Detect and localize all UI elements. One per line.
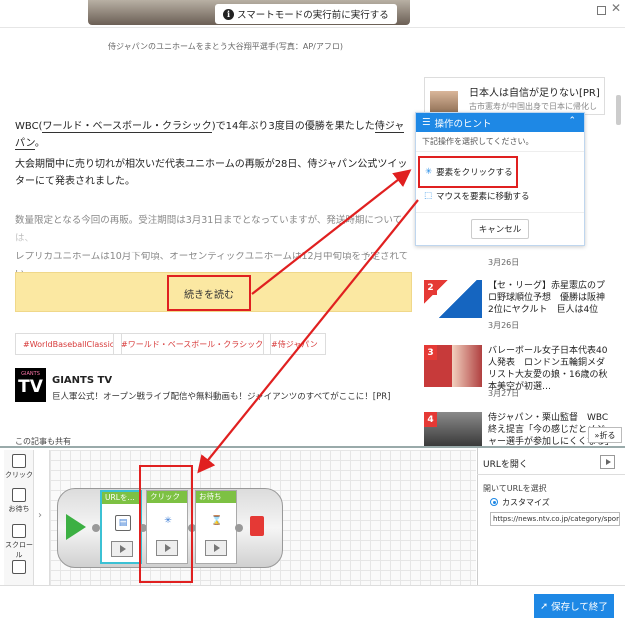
giants-tv-logo[interactable]: GIANTS TV (15, 368, 46, 402)
fold-button[interactable]: » 折る (588, 427, 622, 443)
fold-label: 折る (599, 430, 616, 440)
info-icon: i (223, 8, 234, 20)
click-element-option[interactable]: ✳ 要素をクリックする (418, 156, 518, 188)
popup-header: ☰ 操作のヒント ⌃ (416, 113, 584, 132)
node-open-url[interactable]: URLを… ▤ (100, 490, 142, 564)
chevron-right-icon[interactable]: › (38, 510, 42, 521)
footer (0, 585, 625, 625)
article-paragraph-2: 大会期間中に売り切れが相次いだ代表ユニホームの再販が28日、侍ジャパン公式ツイッ… (15, 159, 408, 187)
popup-divider (416, 212, 584, 213)
news-item-4[interactable]: 4 侍ジャパン・栗山監督 WBC終え提言「今の感じだとメジャー選手が参加しにくく… (424, 412, 614, 446)
image-caption: 侍ジャパンのユニホームをまとう大谷翔平選手(写真：AP/アフロ) (108, 42, 343, 51)
tool-scroll[interactable]: スクロール (4, 524, 34, 560)
news-date: 3月27日 (488, 389, 520, 398)
tool-click[interactable]: クリック (4, 454, 34, 480)
node-wait[interactable]: お待ち ⌛ (195, 490, 237, 564)
click-tool-icon (12, 454, 26, 468)
p1-text: WBC( (15, 121, 43, 132)
scroll-icon (12, 524, 26, 538)
link-wbc[interactable]: ワールド・ベースボール・クラシック (42, 121, 212, 133)
article-paragraph-1: WBC(ワールド・ベースボール・クラシック)で14年ぶり3度目の優勝を果たした侍… (15, 118, 410, 152)
news-title: バレーボール女子日本代表40人発表 ロンドン五輪銅メダリスト大友愛の娘・16歳の… (488, 346, 608, 392)
rank-badge: 4 (424, 412, 437, 427)
url-input[interactable] (490, 512, 620, 526)
cursor-icon: ⬚ (424, 191, 433, 201)
node-play-button[interactable] (111, 541, 133, 557)
window-icon (12, 560, 26, 574)
save-and-exit-button[interactable]: ➚ 保存して終了 (534, 594, 614, 618)
annotation-frame-click-node (139, 465, 193, 583)
pr-card[interactable]: 日本人は自信が足りない[PR] 古市憲寿が中国出身で日本に帰化した (424, 77, 605, 122)
logo-small-text: GIANTS (21, 371, 40, 377)
url-open-icon: ▤ (115, 515, 131, 531)
news-item-3[interactable]: 3 バレーボール女子日本代表40人発表 ロンドン五輪銅メダリスト大友愛の娘・16… (424, 345, 614, 400)
tool-label: スクロール (5, 541, 33, 559)
page-scrollbar[interactable] (616, 95, 621, 125)
url-section-label: 開いてURLを選択 (483, 484, 547, 493)
p1-text-end: 。 (34, 138, 45, 149)
hint-icon: ☰ (422, 117, 431, 128)
node-play-button[interactable] (205, 540, 227, 556)
tool-wait[interactable]: お待ち (4, 488, 34, 514)
news-date: 3月26日 (488, 258, 520, 267)
news-date: 3月26日 (488, 321, 520, 330)
play-icon[interactable] (600, 455, 615, 469)
option-label: マウスを要素に移動する (436, 192, 530, 202)
read-more-button[interactable]: 続きを読む (167, 275, 251, 311)
option-label: 要素をクリックする (436, 168, 513, 178)
top-hint-bar: i スマートモードの実行前に実行する ✕ (0, 0, 625, 28)
tag-wbc-jp[interactable]: #ワールド・ベースボール・クラシック (113, 333, 272, 355)
collapse-icon[interactable]: ⌃ (568, 116, 576, 126)
connector (235, 524, 243, 532)
properties-divider (477, 474, 625, 475)
rank-badge: 3 (424, 345, 437, 360)
smart-mode-hint[interactable]: i スマートモードの実行前に実行する (215, 4, 397, 24)
customize-radio[interactable] (490, 498, 498, 506)
popup-subtitle: 下記操作を選択してください。 (416, 132, 584, 152)
close-icon[interactable]: ✕ (611, 1, 621, 15)
operation-hint-popup: ☰ 操作のヒント ⌃ 下記操作を選択してください。 ✳ 要素をクリックする ⬚ … (415, 112, 585, 246)
stop-icon[interactable] (250, 516, 264, 536)
maximize-icon[interactable] (597, 6, 606, 15)
properties-title: URLを開く (483, 460, 528, 470)
tool-more[interactable] (4, 560, 34, 576)
popup-title: 操作のヒント (434, 118, 492, 130)
node-label: URLを… (102, 492, 140, 504)
save-label: 保存して終了 (551, 602, 608, 613)
start-icon[interactable] (66, 514, 86, 540)
connector (92, 524, 100, 532)
tag-samurai-japan[interactable]: #侍ジャパン (263, 333, 326, 355)
news-title: 【セ・リーグ】赤星憲広のプロ野球順位予想 優勝は阪神 2位にヤクルト 巨人は4位 (488, 281, 615, 315)
tag-wbc-en[interactable]: #WorldBaseballClassic (15, 333, 123, 355)
send-icon: ➚ (540, 600, 549, 612)
click-icon: ✳ (425, 167, 433, 177)
giants-tv-desc[interactable]: 巨人軍公式！オープン戦ライブ配信や無料動画も！ジャイアンツのすべてがここに！[P… (52, 390, 390, 402)
cancel-button[interactable]: キャンセル (471, 219, 529, 239)
tool-label: クリック (5, 471, 33, 479)
hourglass-icon: ⌛ (211, 516, 223, 526)
node-label: お待ち (196, 491, 236, 503)
tool-label: お待ち (8, 505, 30, 513)
pr-title: 日本人は自信が足りない[PR] (469, 88, 600, 99)
customize-radio-label: カスタマイズ (502, 498, 550, 507)
rank-badge: 2 (424, 280, 437, 295)
giants-tv-title[interactable]: GIANTS TV (52, 375, 112, 386)
smart-mode-hint-label: スマートモードの実行前に実行する (237, 10, 389, 21)
hover-element-option[interactable]: ⬚ マウスを要素に移動する (424, 190, 530, 202)
text-fade (10, 222, 420, 252)
p1-text-mid: )で14年ぶり3度目の優勝を果たした (211, 121, 375, 132)
logo-big-text: TV (18, 377, 43, 397)
news-item-2[interactable]: 2 【セ・リーグ】赤星憲広のプロ野球順位予想 優勝は阪神 2位にヤクルト 巨人は… (424, 280, 615, 330)
hourglass-icon (12, 488, 26, 502)
